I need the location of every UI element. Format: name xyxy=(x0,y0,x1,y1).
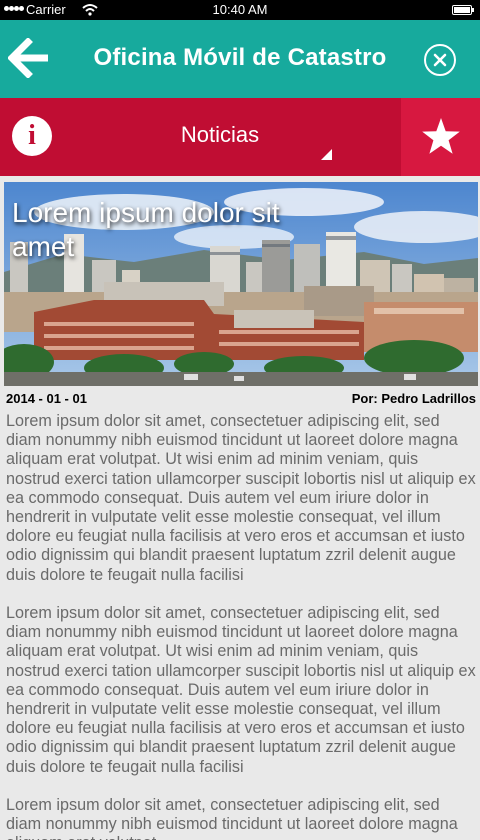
article-date: 2014 - 01 - 01 xyxy=(6,391,87,406)
section-selector[interactable]: Noticias xyxy=(60,122,380,148)
battery-icon xyxy=(452,5,474,15)
article-paragraph: Lorem ipsum dolor sit amet, consectetuer… xyxy=(6,412,476,584)
article-body: Lorem ipsum dolor sit amet, consectetuer… xyxy=(4,408,478,840)
article-paragraph: Lorem ipsum dolor sit amet, consectetuer… xyxy=(6,796,458,840)
news-article: Lorem ipsum dolor sit amet 2014 - 01 - 0… xyxy=(4,182,478,840)
app-bar: Oficina Móvil de Catastro xyxy=(0,20,480,98)
dropdown-caret-icon[interactable] xyxy=(321,149,332,160)
section-bar: i Noticias xyxy=(0,98,480,176)
article-author: Por: Pedro Ladrillos xyxy=(351,391,476,406)
status-time: 10:40 AM xyxy=(212,2,268,17)
arrow-left-icon[interactable] xyxy=(8,38,52,78)
app-title: Oficina Móvil de Catastro xyxy=(93,44,387,71)
article-meta: 2014 - 01 - 01 Por: Pedro Ladrillos xyxy=(4,386,478,408)
status-bar: Carrier 10:40 AM xyxy=(0,0,480,20)
info-icon[interactable]: i xyxy=(12,116,52,156)
article-paragraph: Lorem ipsum dolor sit amet, consectetuer… xyxy=(6,604,476,776)
close-button[interactable] xyxy=(424,44,456,76)
star-icon xyxy=(422,118,460,154)
close-icon xyxy=(433,53,447,67)
favorites-button[interactable] xyxy=(401,98,480,176)
article-headline: Lorem ipsum dolor sit amet xyxy=(12,197,280,262)
article-image[interactable]: Lorem ipsum dolor sit amet xyxy=(4,182,478,386)
